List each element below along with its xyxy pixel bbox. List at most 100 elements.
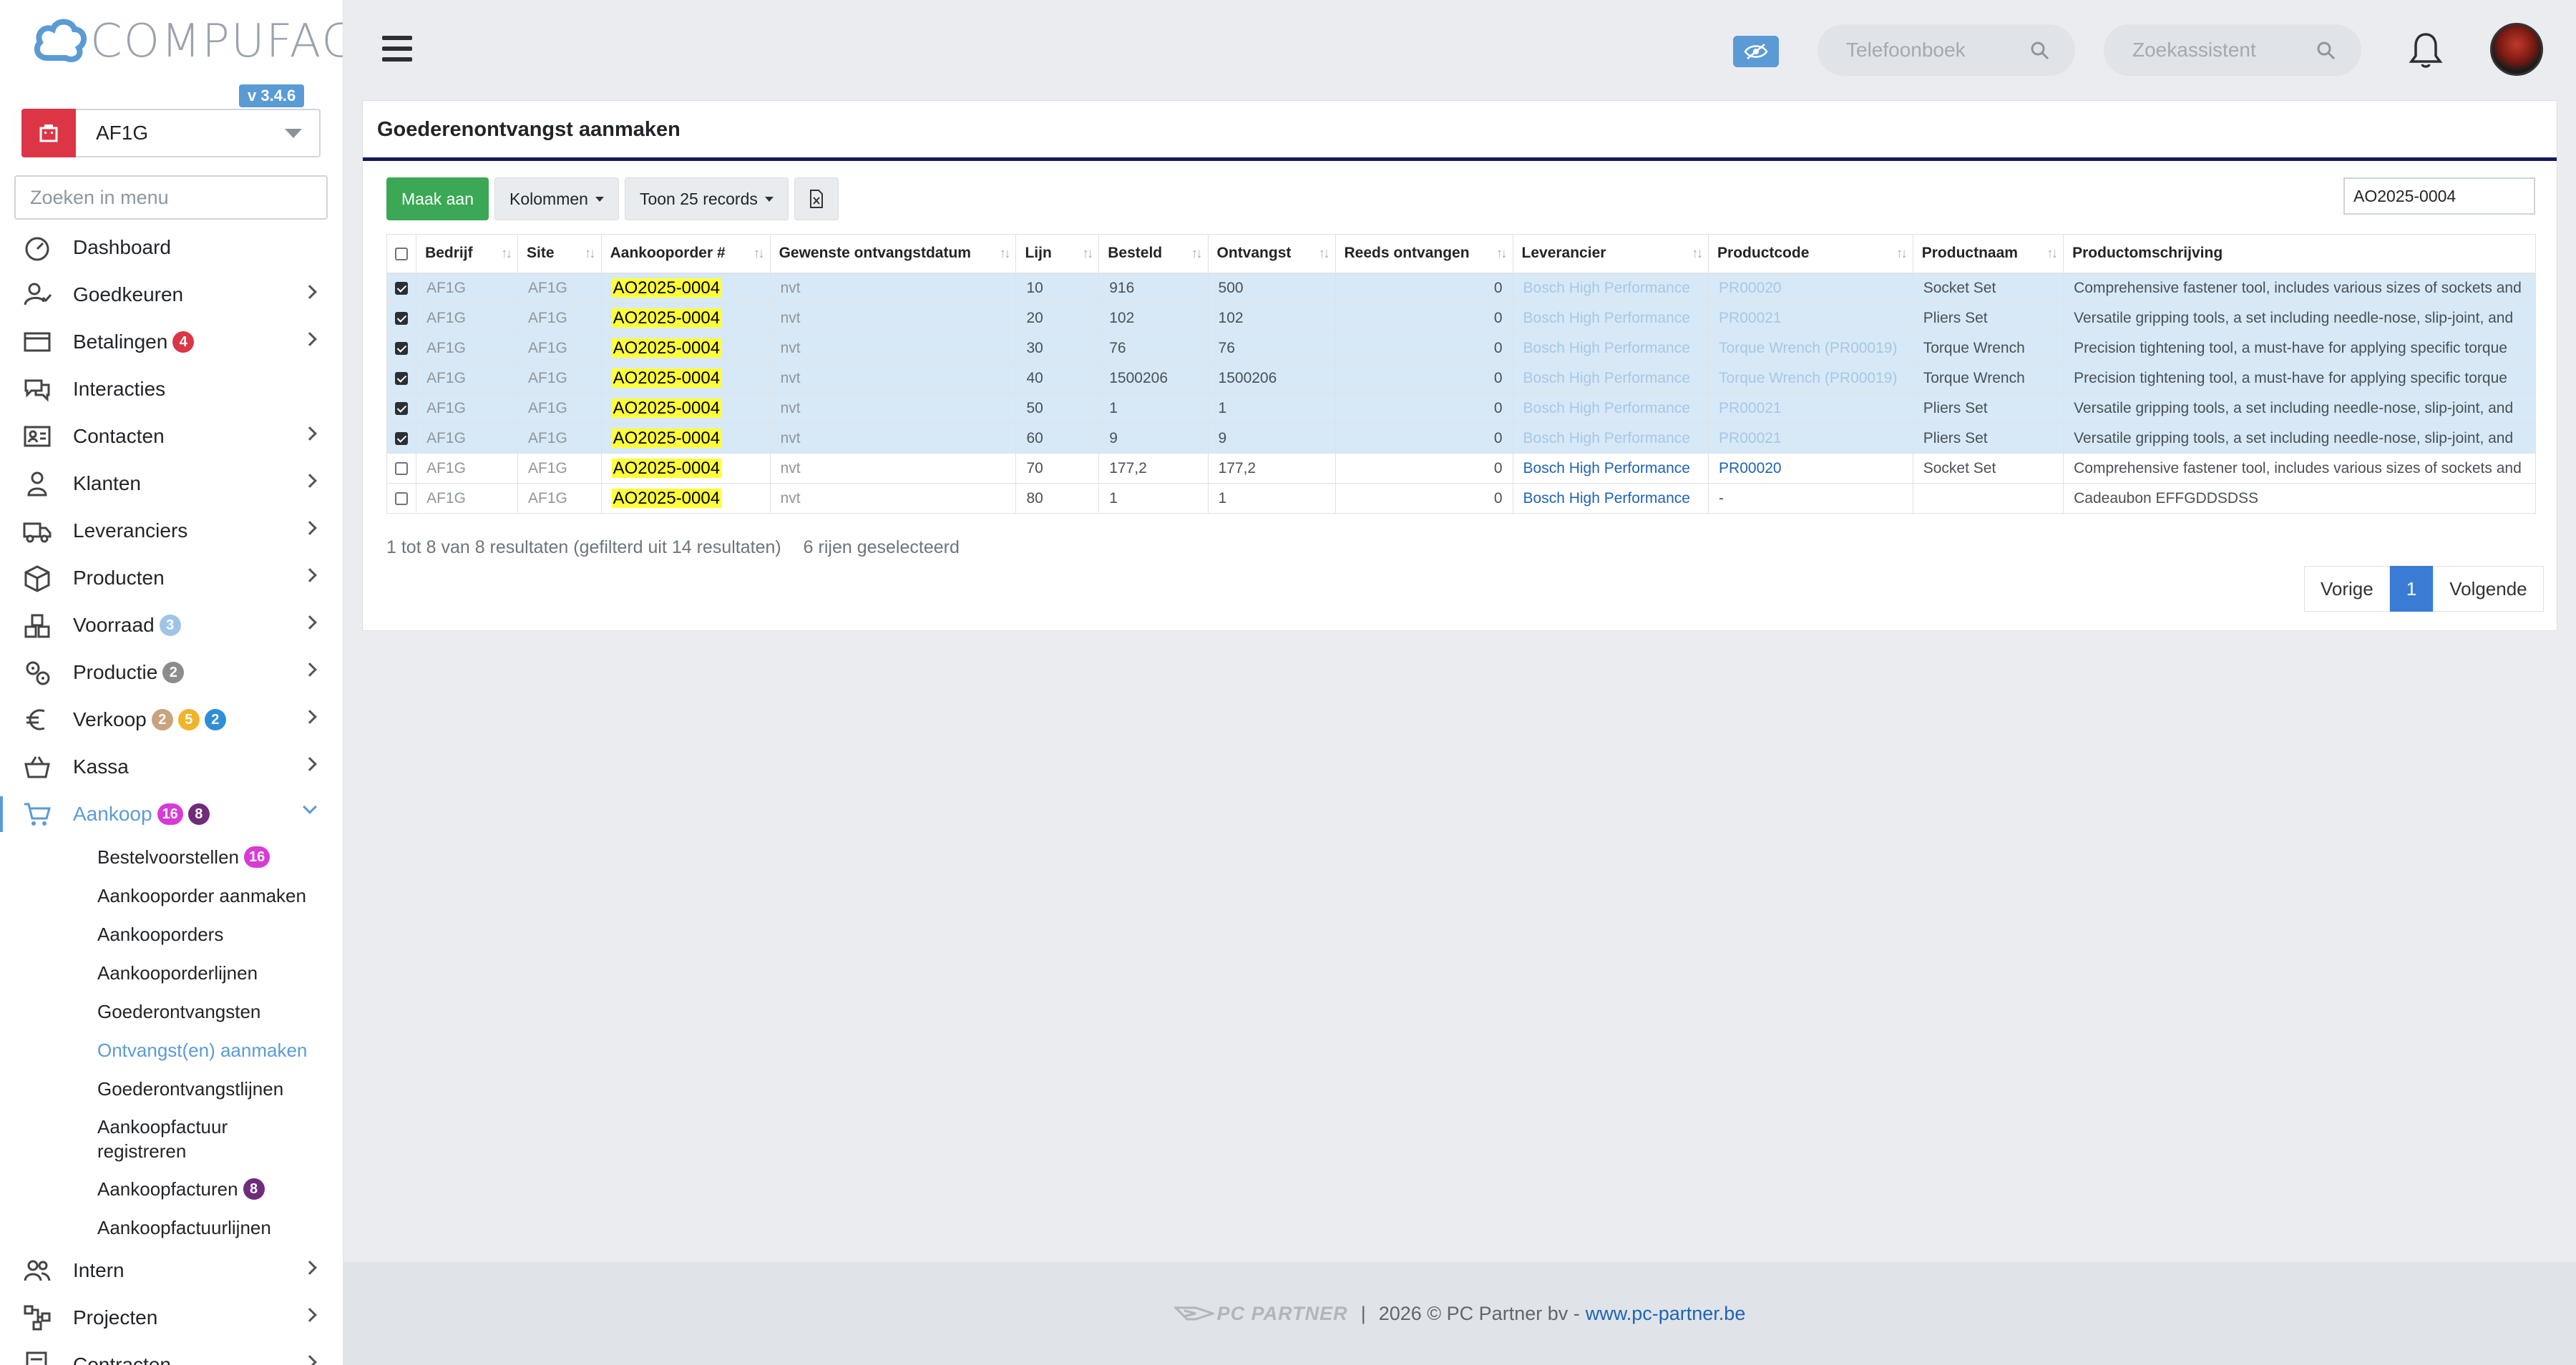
cell-leverancier[interactable]: Bosch High Performance (1512, 423, 1709, 454)
footer-website-link[interactable]: www.pc-partner.be (1586, 1303, 1746, 1325)
subnav-item-goederontvangstlijnen[interactable]: Goederontvangstlijnen (97, 1070, 343, 1108)
subnav-item-bestelvoorstellen[interactable]: Bestelvoorstellen 16 (97, 838, 343, 876)
nav-item-aankoop[interactable]: Aankoop 16 8 (0, 791, 343, 838)
nav-item-voorraad[interactable]: Voorraad 3 (0, 602, 343, 649)
row-checkbox[interactable] (386, 393, 417, 424)
table-row[interactable]: AF1G AF1G AO2025-0004 nvt 30 76 76 0 Bos… (386, 333, 2536, 363)
col-header[interactable]: Site ↑↓ (517, 234, 602, 274)
col-header[interactable]: Bedrijf ↑↓ (416, 234, 518, 274)
col-header[interactable]: Besteld ↑↓ (1098, 234, 1209, 274)
col-header-label: Site (526, 245, 555, 262)
subnav-item-aankooporder-aanmaken[interactable]: Aankooporder aanmaken (97, 876, 343, 915)
nav-item-interacties[interactable]: Interacties (0, 366, 343, 413)
subnav-item-ontvangsten-aanmaken[interactable]: Ontvangst(en) aanmaken (97, 1031, 343, 1070)
count-badge: 2 (151, 709, 173, 730)
avatar[interactable] (2490, 23, 2543, 76)
subnav-item-aankoopfactuurlijnen[interactable]: Aankoopfactuurlijnen (97, 1208, 343, 1247)
nav-item-producten[interactable]: Producten (0, 554, 343, 602)
col-header[interactable]: Productomschrijving (2063, 234, 2536, 274)
row-checkbox[interactable] (386, 453, 417, 484)
export-excel-button[interactable] (794, 177, 839, 220)
subnav-item-aankooporderlijnen[interactable]: Aankooporderlijnen (97, 954, 343, 992)
select-all-checkbox[interactable] (386, 234, 417, 274)
nav-item-contacten[interactable]: Contacten (0, 413, 343, 460)
nav-item-contracten[interactable]: Contracten (0, 1341, 343, 1365)
assistant-search-input[interactable]: Zoekassistent (2104, 24, 2361, 76)
cell-productcode[interactable]: PR00021 (1708, 423, 1913, 454)
pagination-prev-button[interactable]: Vorige (2304, 566, 2390, 612)
table-row[interactable]: AF1G AF1G AO2025-0004 nvt 60 9 9 0 Bosch… (386, 423, 2536, 454)
row-checkbox[interactable] (386, 303, 417, 333)
cell-ontvangst[interactable]: 1500206 (1207, 363, 1336, 393)
nav-item-dashboard[interactable]: Dashboard (0, 224, 343, 271)
cell-ontvangst[interactable]: 177,2 (1207, 453, 1336, 484)
nav-item-verkoop[interactable]: Verkoop 2 5 2 (0, 696, 343, 743)
table-row[interactable]: AF1G AF1G AO2025-0004 nvt 70 177,2 177,2… (386, 453, 2536, 484)
menu-search-input[interactable]: Zoeken in menu (14, 175, 328, 220)
cell-productcode[interactable]: PR00020 (1708, 273, 1913, 303)
cell-leverancier[interactable]: Bosch High Performance (1512, 333, 1709, 363)
records-button[interactable]: Toon 25 records (624, 177, 789, 220)
subnav-item-aankooporders[interactable]: Aankooporders (97, 915, 343, 954)
col-header[interactable]: Gewenste ontvangstdatum ↑↓ (769, 234, 1017, 274)
phonebook-search-input[interactable]: Telefoonboek (1818, 24, 2075, 76)
cell-ontvangst[interactable]: 1 (1207, 483, 1336, 514)
nav-item-klanten[interactable]: Klanten (0, 460, 343, 507)
cell-productcode[interactable]: PR00021 (1708, 303, 1913, 333)
nav-item-productie[interactable]: Productie 2 (0, 649, 343, 696)
table-filter-input[interactable]: AO2025-0004 (2343, 177, 2535, 215)
subnav-item-aankoopfactuur-registreren[interactable]: Aankoopfactuur registreren (97, 1108, 343, 1170)
pagination-next-button[interactable]: Volgende (2433, 566, 2544, 612)
cell-leverancier[interactable]: Bosch High Performance (1512, 453, 1709, 484)
cell-ontvangst[interactable]: 102 (1207, 303, 1336, 333)
cell-productcode[interactable]: Torque Wrench (PR00019) (1708, 363, 1913, 393)
cell-ontvangst[interactable]: 9 (1207, 423, 1336, 454)
cell-productcode[interactable]: Torque Wrench (PR00019) (1708, 333, 1913, 363)
subnav-item-goederontvangsten[interactable]: Goederontvangsten (97, 992, 343, 1031)
cell-leverancier[interactable]: Bosch High Performance (1512, 483, 1709, 514)
row-checkbox[interactable] (386, 333, 417, 363)
table-row[interactable]: AF1G AF1G AO2025-0004 nvt 10 916 500 0 B… (386, 273, 2536, 303)
cell-ontvangst[interactable]: 500 (1207, 273, 1336, 303)
nav-item-projecten[interactable]: Projecten (0, 1294, 343, 1341)
cell-productcode[interactable]: PR00020 (1708, 453, 1913, 484)
subnav-item-aankoopfacturen[interactable]: Aankoopfacturen 8 (97, 1170, 343, 1208)
bell-icon[interactable] (2409, 31, 2443, 69)
pagination-page-button[interactable]: 1 (2389, 566, 2434, 612)
cell-ontvangst[interactable]: 76 (1207, 333, 1336, 363)
col-header[interactable]: Lijn ↑↓ (1015, 234, 1100, 274)
cell-leverancier[interactable]: Bosch High Performance (1512, 273, 1709, 303)
table-row[interactable]: AF1G AF1G AO2025-0004 nvt 40 1500206 150… (386, 363, 2536, 393)
nav-item-betalingen[interactable]: Betalingen 4 (0, 318, 343, 366)
col-header[interactable]: Ontvangst ↑↓ (1207, 234, 1336, 274)
table-row[interactable]: AF1G AF1G AO2025-0004 nvt 50 1 1 0 Bosch… (386, 393, 2536, 424)
table-row[interactable]: AF1G AF1G AO2025-0004 nvt 80 1 1 0 Bosch… (386, 483, 2536, 514)
privacy-toggle-button[interactable] (1733, 36, 1779, 67)
col-header[interactable]: Aankooporder # ↑↓ (600, 234, 771, 274)
col-header-label: Besteld (1108, 245, 1163, 262)
cell-bedrijf: AF1G (416, 273, 518, 303)
nav-item-kassa[interactable]: Kassa (0, 743, 343, 791)
hamburger-menu-icon[interactable] (382, 36, 412, 62)
cell-ontvangst[interactable]: 1 (1207, 393, 1336, 424)
cell-productcode[interactable]: PR00021 (1708, 393, 1913, 424)
company-selector[interactable]: AF1G (21, 109, 321, 157)
columns-button[interactable]: Kolommen (494, 177, 619, 220)
col-header[interactable]: Productnaam ↑↓ (1912, 234, 2064, 274)
row-checkbox[interactable] (386, 363, 417, 393)
nav-item-leveranciers[interactable]: Leveranciers (0, 507, 343, 554)
col-header[interactable]: Reeds ontvangen ↑↓ (1335, 234, 1513, 274)
col-header[interactable]: Leverancier ↑↓ (1512, 234, 1709, 274)
col-header[interactable]: Productcode ↑↓ (1708, 234, 1913, 274)
cell-leverancier[interactable]: Bosch High Performance (1512, 303, 1709, 333)
cell-leverancier[interactable]: Bosch High Performance (1512, 363, 1709, 393)
row-checkbox[interactable] (386, 423, 417, 454)
nav-item-goedkeuren[interactable]: Goedkeuren (0, 271, 343, 318)
nav-item-intern[interactable]: Intern (0, 1247, 343, 1294)
table-row[interactable]: AF1G AF1G AO2025-0004 nvt 20 102 102 0 B… (386, 303, 2536, 333)
row-checkbox[interactable] (386, 273, 417, 303)
cell-leverancier[interactable]: Bosch High Performance (1512, 393, 1709, 424)
row-checkbox[interactable] (386, 483, 417, 514)
app-logo[interactable]: COMPUFACT (33, 13, 343, 70)
create-button[interactable]: Maak aan (386, 177, 489, 220)
